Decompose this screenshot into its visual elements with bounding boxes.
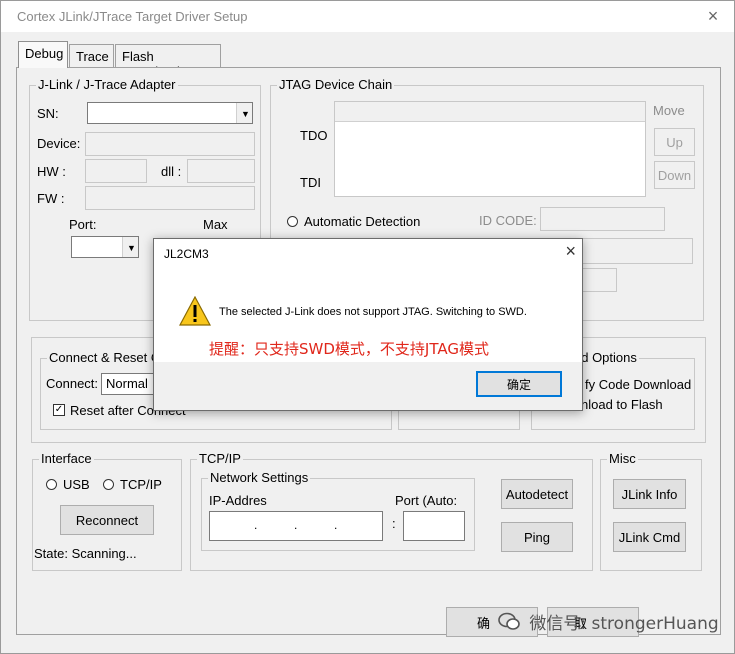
misc-group: Misc (600, 451, 702, 571)
ip-address-input[interactable]: . . . (209, 511, 383, 541)
down-button[interactable]: Down (654, 161, 695, 189)
jlink-info-button[interactable]: JLink Info (613, 479, 686, 509)
fw-label: FW : (37, 191, 65, 206)
hw-field (85, 159, 147, 183)
dll-field (187, 159, 255, 183)
close-icon[interactable]: × (565, 241, 576, 262)
watermark: 微信号: strongerHuang (498, 609, 719, 634)
ip-address-label: IP-Addres (209, 493, 267, 508)
autodetect-button[interactable]: Autodetect (501, 479, 573, 509)
id-code-field (540, 207, 665, 231)
interface-legend: Interface (39, 451, 94, 466)
hw-label: HW : (37, 164, 66, 179)
warning-icon (179, 296, 211, 326)
device-field (85, 132, 255, 156)
title-bar: Cortex JLink/JTrace Target Driver Setup … (1, 1, 734, 32)
connect-label: Connect: (46, 376, 99, 391)
misc-legend: Misc (607, 451, 638, 466)
dialog-message: The selected J-Link does not support JTA… (219, 306, 527, 318)
state-text: State: Scanning... (34, 546, 137, 561)
dialog-title: JL2CM3 (164, 247, 209, 261)
tdi-label: TDI (300, 175, 321, 190)
download-flash-label: nload to Flash (581, 397, 663, 412)
dialog-ok-button[interactable]: 确定 (476, 371, 562, 397)
auto-detection-radio[interactable] (287, 216, 298, 227)
connect-select[interactable]: Normal (101, 373, 157, 395)
jtag-chain-header (335, 102, 645, 122)
ip-dots: . . . (254, 518, 338, 532)
dialog-annotation: 提醒：只支持SWD模式，不支持JTAG模式 (209, 340, 489, 358)
network-settings-legend: Network Settings (208, 470, 311, 485)
sn-select[interactable] (87, 102, 253, 124)
chevron-down-icon[interactable] (236, 103, 252, 123)
watermark-text: 微信号: strongerHuang (529, 614, 719, 634)
port-colon: : (392, 516, 396, 531)
tdo-label: TDO (300, 128, 328, 143)
up-button[interactable]: Up (654, 128, 695, 156)
port-input[interactable] (403, 511, 465, 541)
reset-after-connect-checkbox[interactable]: ✓ (53, 404, 65, 416)
port-auto-label: Port (Auto: (395, 493, 458, 508)
usb-label: USB (63, 477, 90, 492)
device-label: Device: (37, 136, 81, 151)
move-label: Move (653, 103, 685, 118)
jtag-legend: JTAG Device Chain (277, 77, 395, 92)
id-code-label: ID CODE: (479, 213, 537, 228)
sn-label: SN: (37, 106, 59, 121)
tcpip-legend: TCP/IP (197, 451, 243, 466)
port-select[interactable] (71, 236, 139, 258)
tab-flash-download[interactable]: Flash Download (115, 44, 221, 79)
port-label: Port: (69, 217, 97, 232)
tcpip-label: TCP/IP (120, 477, 162, 492)
tab-trace[interactable]: Trace (69, 44, 114, 68)
connect-reset-legend: Connect & Reset O (47, 350, 163, 365)
auto-detection-label: Automatic Detection (304, 214, 421, 229)
jlink-cmd-button[interactable]: JLink Cmd (613, 522, 686, 552)
wechat-icon (498, 612, 520, 630)
tab-debug[interactable]: Debug (18, 41, 68, 68)
adapter-legend: J-Link / J-Trace Adapter (36, 77, 178, 92)
tcpip-radio[interactable] (103, 479, 114, 490)
close-icon[interactable]: × (701, 4, 725, 28)
jtag-chain-list[interactable] (334, 101, 646, 197)
fw-field (85, 186, 255, 210)
jl2cm3-dialog: JL2CM3 × The selected J-Link does not su… (153, 238, 583, 411)
usb-radio[interactable] (46, 479, 57, 490)
verify-code-label: fy Code Download (585, 377, 692, 392)
ping-button[interactable]: Ping (501, 522, 573, 552)
dll-label: dll : (161, 164, 182, 179)
max-label: Max (203, 217, 228, 232)
reconnect-button[interactable]: Reconnect (60, 505, 154, 535)
window-title: Cortex JLink/JTrace Target Driver Setup (17, 9, 248, 24)
chevron-down-icon[interactable] (122, 237, 138, 257)
